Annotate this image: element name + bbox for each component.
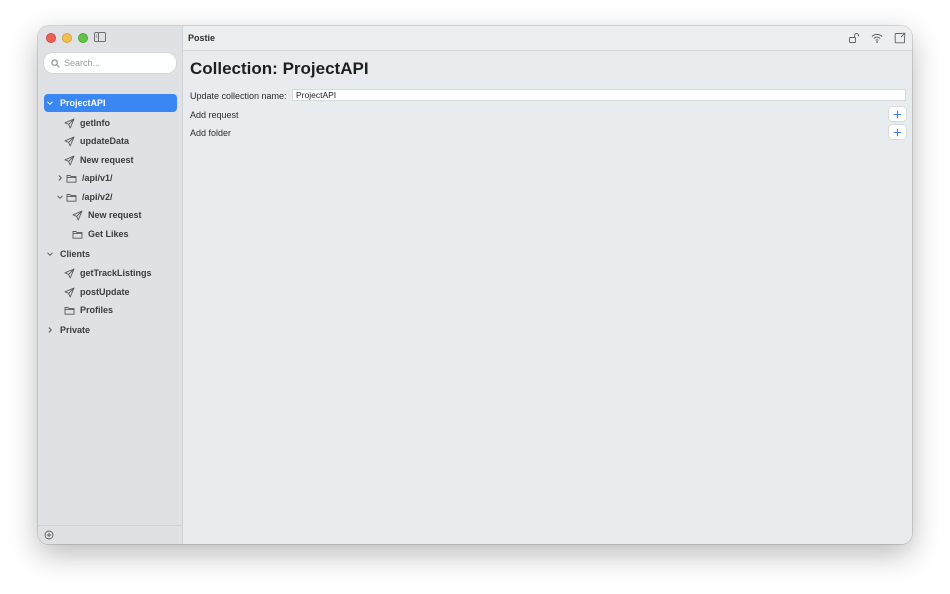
app-window: ProjectAPI getInfo updateData New request/a… [38, 26, 912, 544]
search-icon [51, 58, 60, 68]
new-window-icon[interactable] [894, 32, 906, 44]
collection-name-label: Update collection name: [190, 91, 287, 101]
zoom-window-button[interactable] [78, 33, 88, 43]
close-window-button[interactable] [46, 33, 56, 43]
titlebar: Postie [183, 26, 912, 51]
sidebar: ProjectAPI getInfo updateData New request/a… [38, 26, 183, 544]
wifi-icon[interactable] [871, 32, 883, 44]
sidebar-item-label: /api/v2/ [82, 192, 113, 202]
app-title: Postie [188, 33, 216, 43]
sidebar-item-folder-profiles[interactable]: Profiles [64, 301, 113, 319]
main-content: Postie Collection: ProjectAPI Update col… [183, 26, 912, 544]
search-input[interactable] [64, 58, 164, 68]
add-request-label: Add request [190, 110, 239, 120]
add-folder-label: Add folder [190, 128, 232, 138]
paperplane-icon [64, 136, 75, 146]
sidebar-item-label: Clients [60, 249, 91, 259]
sidebar-footer [38, 525, 182, 544]
sidebar-item-label: New request [88, 210, 142, 220]
folder-icon [66, 174, 77, 183]
page-title: Collection: ProjectAPI [190, 59, 369, 79]
sidebar-item-collection-private[interactable]: Private [46, 321, 90, 339]
sidebar-item-label: Get Likes [88, 229, 129, 239]
folder-icon [66, 193, 77, 202]
paperplane-icon [64, 287, 75, 297]
sidebar-item-request-new-request[interactable]: New request [64, 151, 134, 169]
paperplane-icon [64, 268, 75, 278]
paperplane-icon [72, 210, 83, 220]
chevron-right-icon[interactable] [56, 174, 64, 182]
add-folder-button[interactable] [889, 125, 906, 139]
collection-name-row: Update collection name: [190, 89, 906, 103]
plus-icon [893, 110, 902, 118]
collection-name-input[interactable] [292, 89, 906, 101]
sidebar-item-request-postupdate[interactable]: postUpdate [64, 283, 130, 301]
sidebar-item-label: /api/v1/ [82, 173, 113, 183]
sidebar-item-request-gettracklistings[interactable]: getTrackListings [64, 264, 152, 282]
search-field[interactable] [44, 53, 176, 73]
sidebar-item-label: Profiles [80, 305, 114, 315]
page-title-collection-name: ProjectAPI [282, 59, 369, 78]
sidebar-toggle-icon[interactable] [94, 32, 106, 42]
folder-icon [72, 230, 83, 239]
toolbar-icons [848, 32, 906, 44]
folder-icon [64, 306, 75, 315]
sidebar-item-label: getTrackListings [80, 268, 152, 278]
sidebar-item-label: ProjectAPI [60, 98, 106, 108]
sidebar-item-request-updatedata[interactable]: updateData [64, 132, 129, 150]
sidebar-item-label: New request [80, 155, 134, 165]
unlock-icon[interactable] [848, 32, 860, 44]
sidebar-item-label: getInfo [80, 118, 110, 128]
add-request-button[interactable] [889, 107, 906, 121]
add-request-row: Add request [190, 107, 906, 122]
sidebar-item-label: postUpdate [80, 287, 130, 297]
plus-icon [893, 128, 902, 136]
add-collection-icon[interactable] [44, 530, 54, 540]
add-folder-row: Add folder [190, 125, 906, 140]
sidebar-item-request-new-request[interactable]: New request [72, 206, 142, 224]
sidebar-item-collection-clients[interactable]: Clients [46, 245, 90, 263]
chevron-down-icon[interactable] [56, 193, 64, 201]
chevron-down-icon[interactable] [46, 99, 54, 107]
sidebar-item-collection-projectapi[interactable]: ProjectAPI [44, 94, 177, 112]
paperplane-icon [64, 155, 75, 165]
paperplane-icon [64, 118, 75, 128]
chevron-down-icon[interactable] [46, 250, 54, 258]
sidebar-item-folder-get-likes[interactable]: Get Likes [72, 225, 129, 243]
page-title-prefix: Collection: [190, 59, 278, 78]
sidebar-item-label: Private [60, 325, 91, 335]
window-controls [46, 33, 88, 43]
sidebar-item-folder-api-v2[interactable]: /api/v2/ [56, 188, 113, 206]
sidebar-item-folder-api-v1[interactable]: /api/v1/ [56, 169, 113, 187]
sidebar-item-request-getinfo[interactable]: getInfo [64, 114, 110, 132]
minimize-window-button[interactable] [62, 33, 72, 43]
chevron-right-icon[interactable] [46, 326, 54, 334]
sidebar-item-label: updateData [80, 136, 130, 146]
